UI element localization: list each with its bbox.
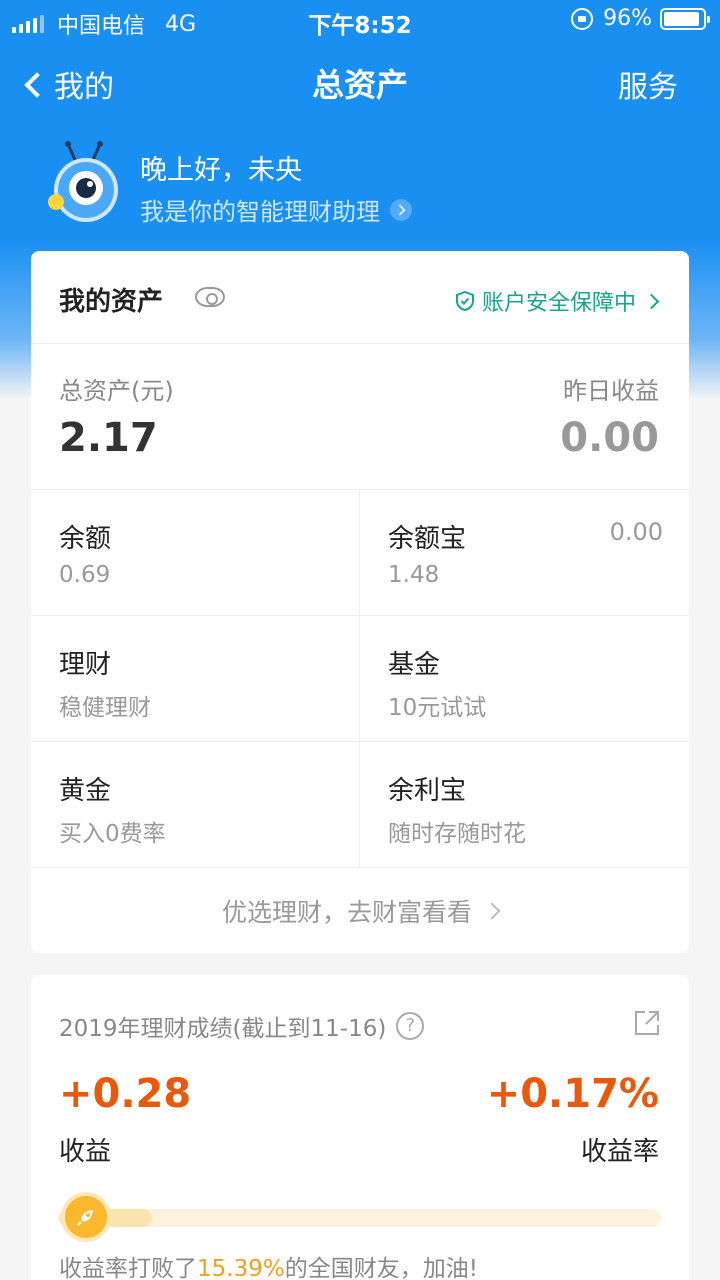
eye-icon[interactable] [195,287,225,307]
asset-name: 基金 [388,650,441,680]
account-security-link[interactable]: 账户安全保障中 [455,285,660,317]
yesterday-earnings-label: 昨日收益 [563,377,659,405]
rank-percent: 15.39% [197,1256,285,1280]
asset-item-yulibao[interactable]: 余利宝 随时存随时花 [360,742,689,867]
wealth-more-link[interactable]: 优选理财，去财富看看 [31,867,689,953]
assets-card: 我的资产 账户安全保障中 总资产(元) 2.17 昨日收益 0.00 余额 0.… [31,251,689,953]
asset-desc: 10元试试 [388,695,487,721]
assets-title: 我的资产 [59,287,164,317]
yesterday-earnings-value: 0.00 [560,415,659,461]
asset-item-gold[interactable]: 黄金 买入0费率 [31,742,360,867]
security-label: 账户安全保障中 [481,291,636,316]
battery-icon [660,7,710,30]
performance-card: 2019年理财成绩(截止到11-16) ? +0.28 +0.17% 收益 收益… [31,975,689,1280]
gain-value: +0.28 [59,1071,192,1117]
asset-item-wealth[interactable]: 理财 稳健理财 [31,616,360,741]
asset-desc: 随时存随时花 [388,821,526,847]
chevron-right-icon [483,902,501,919]
asset-earnings: 0.00 [609,518,663,546]
rotation-lock-icon [571,7,594,30]
rocket-icon [77,1210,93,1226]
battery-percent: 96% [603,6,652,31]
asset-desc: 0.69 [59,562,111,588]
greeting-text: 晚上好，未央 [140,155,302,186]
asset-desc: 买入0费率 [59,821,166,847]
chevron-right-icon [643,293,660,309]
total-assets-label: 总资产(元) [59,377,174,405]
gain-rate-label: 收益率 [580,1137,659,1167]
chevron-right-icon [390,198,412,221]
rank-progress-bar [59,1209,661,1227]
wealth-more-label: 优选理财，去财富看看 [221,897,472,927]
total-assets-value: 2.17 [59,415,158,461]
performance-title: 2019年理财成绩(截止到11-16) [59,1016,387,1042]
nav-bar: 我的 总资产 服务 [0,48,720,112]
rank-suffix: 的全国财友，加油! [284,1256,478,1280]
gain-rate-value: +0.17% [486,1071,659,1117]
mascot-icon [48,141,118,222]
asset-name: 黄金 [59,776,112,806]
asset-name: 余额 [59,524,112,554]
asset-name: 理财 [59,650,112,680]
share-icon[interactable] [633,1009,661,1037]
shield-icon [455,291,474,311]
service-button[interactable]: 服务 [618,62,678,106]
assets-card-header: 我的资产 账户安全保障中 [31,251,689,344]
rank-prefix: 收益率打败了 [59,1256,197,1280]
asset-desc: 1.48 [388,562,440,588]
asset-desc: 稳健理财 [59,695,151,721]
rocket-badge [61,1192,111,1242]
asset-name: 余利宝 [388,776,467,806]
assistant-banner[interactable]: 晚上好，未央 我是你的智能理财助理 [48,140,688,230]
rank-text: 收益率打败了15.39%的全国财友，加油! [59,1249,478,1280]
asset-item-balance[interactable]: 余额 0.69 [31,490,360,615]
asset-item-fund[interactable]: 基金 10元试试 [360,616,689,741]
assistant-subtitle-text: 我是你的智能理财助理 [140,198,380,226]
performance-header: 2019年理财成绩(截止到11-16) ? [59,1009,425,1043]
asset-item-yuebao[interactable]: 余额宝 1.48 0.00 [360,490,689,615]
assistant-subtitle: 我是你的智能理财助理 [140,192,412,227]
gain-label: 收益 [59,1137,112,1167]
page-title: 总资产 [311,66,408,104]
asset-name: 余额宝 [388,524,467,554]
status-bar: 中国电信 4G 下午8:52 96% [0,0,720,40]
asset-grid: 余额 0.69 余额宝 1.48 0.00 理财 稳健理财 基金 10元试试 黄… [31,489,689,867]
help-icon[interactable]: ? [396,1012,425,1040]
